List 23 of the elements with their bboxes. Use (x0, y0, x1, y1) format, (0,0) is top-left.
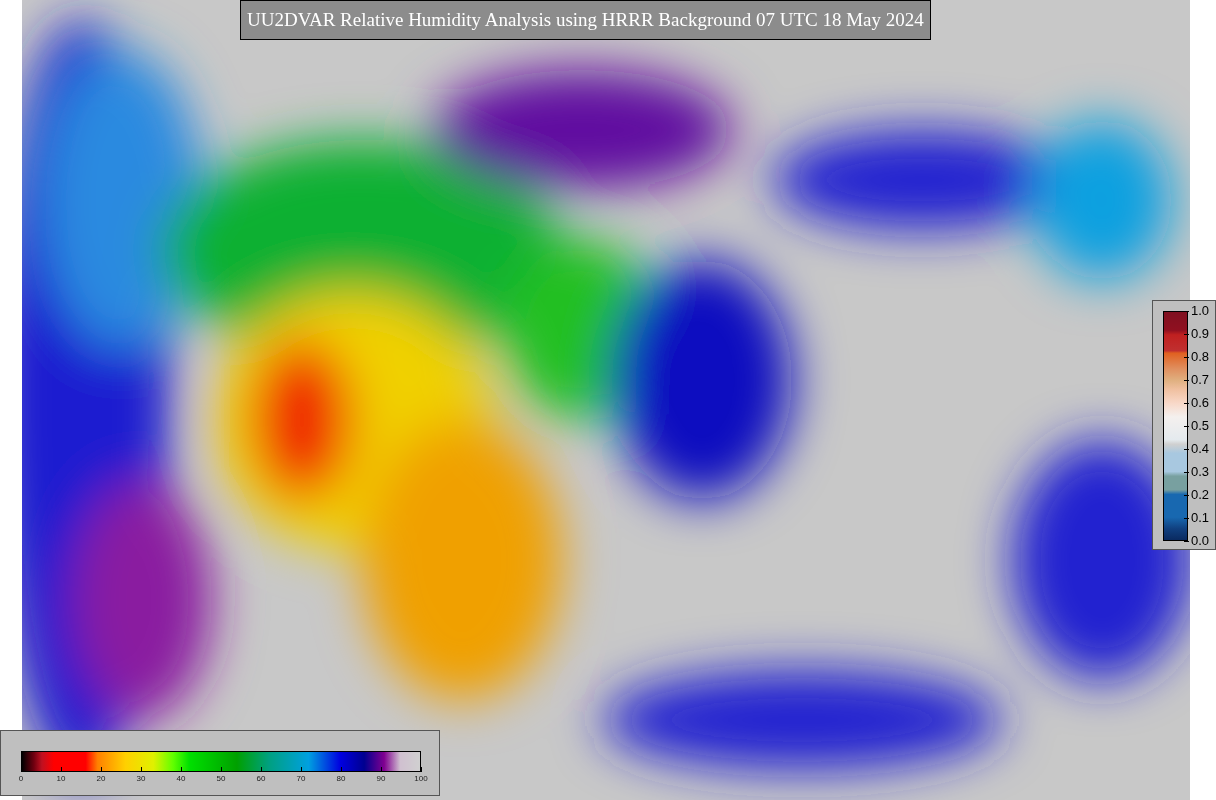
colorbar-tick-label: 0.2 (1191, 488, 1210, 502)
colorbar-tick-label: 0.6 (1191, 396, 1210, 410)
colorbar-tick-label: 0 (18, 774, 24, 784)
colorbar-tick-label: 30 (136, 774, 146, 784)
colorbar-tick-label: 40 (176, 774, 186, 784)
colorbar-tick-label: 1.0 (1191, 304, 1210, 318)
colorbar-tick-label: 50 (216, 774, 226, 784)
colorbar-tick-label: 10 (56, 774, 66, 784)
colorbar-tick-label: 0.8 (1191, 350, 1210, 364)
colorbar-tick-label: 0.9 (1191, 327, 1210, 341)
colorbar-tick-label: 60 (256, 774, 266, 784)
colorbar-tick-label: 0.1 (1191, 511, 1210, 525)
colorbar-tick-label: 0.3 (1191, 465, 1210, 479)
colorbar-tick-label: 100 (414, 774, 428, 784)
colorbar-tick-label: 0.0 (1191, 534, 1210, 548)
colorbar-tick-label: 0.4 (1191, 442, 1210, 456)
colorbar-tick-label: 70 (296, 774, 306, 784)
map-title: UU2DVAR Relative Humidity Analysis using HRRR Background 07 UTC 18 May 2024 (240, 0, 931, 40)
colorbar-tick-label: 0.5 (1191, 419, 1210, 433)
colorbar-tick-label: 90 (376, 774, 386, 784)
colorbar-tick-label: 0.7 (1191, 373, 1210, 387)
colorbar-tick-label: 20 (96, 774, 106, 784)
colorbar-tick-label: 80 (336, 774, 346, 784)
